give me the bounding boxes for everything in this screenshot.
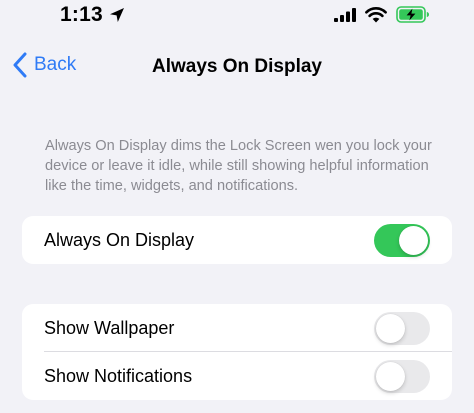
status-time: 1:13 [60, 3, 103, 26]
toggle-knob [376, 314, 405, 343]
section-description: Always On Display dims the Lock Screen w… [45, 138, 432, 194]
always-on-display-toggle[interactable] [374, 224, 430, 257]
toggle-knob [376, 362, 405, 391]
status-bar: 1:13 [0, 0, 474, 34]
toggle-knob [399, 226, 428, 255]
display-options-group: Show Wallpaper Show Notifications [22, 304, 452, 400]
status-icons [334, 6, 430, 23]
show-wallpaper-row: Show Wallpaper [22, 304, 452, 352]
cellular-signal-icon [334, 7, 356, 22]
location-arrow-icon [109, 8, 124, 22]
show-wallpaper-toggle[interactable] [374, 312, 430, 345]
status-time-group: 1:13 [60, 3, 125, 27]
show-notifications-toggle[interactable] [374, 360, 430, 393]
navigation-bar: Back Always On Display [0, 44, 474, 88]
battery-charging-icon [396, 6, 429, 23]
page-title: Always On Display [151, 56, 322, 77]
always-on-display-group: Always On Display [22, 216, 452, 264]
always-on-display-row: Always On Display [22, 216, 452, 264]
show-notifications-label: Show Notifications [44, 365, 193, 386]
always-on-display-label: Always On Display [44, 229, 195, 250]
wifi-icon [365, 6, 387, 22]
show-wallpaper-label: Show Wallpaper [44, 317, 175, 338]
show-notifications-row: Show Notifications [22, 352, 452, 400]
